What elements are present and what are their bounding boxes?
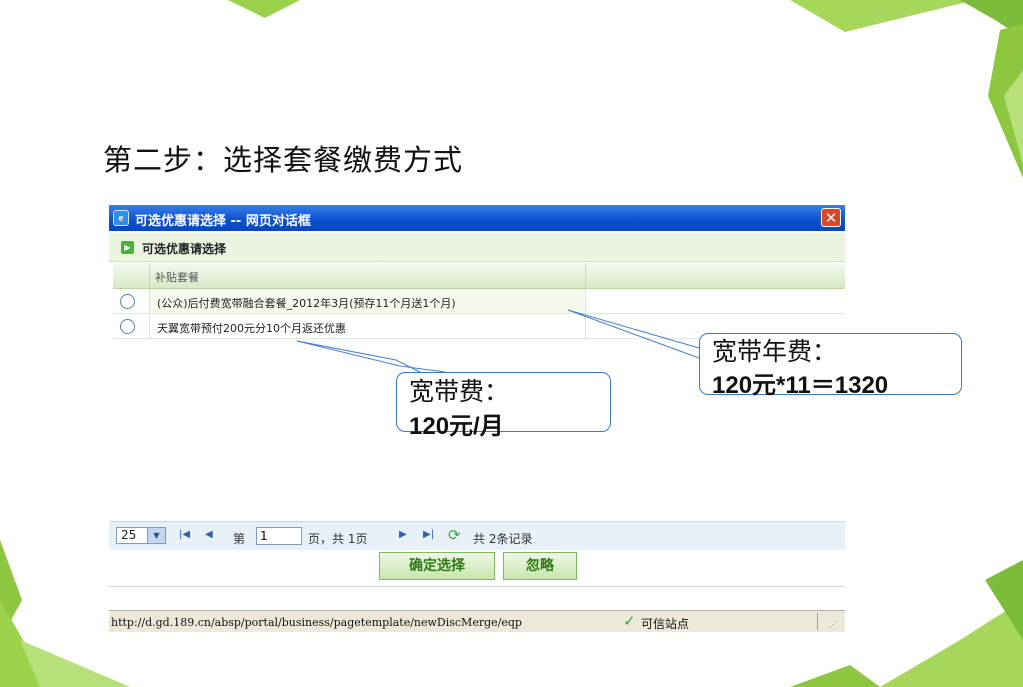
callout-value: 120元*11＝1320 <box>712 372 889 399</box>
callout-monthly-fee: 宽带费： 120元/月 <box>396 372 611 440</box>
callout-value: 120元/月 <box>409 413 504 440</box>
callout-title: 宽带费： <box>409 377 510 406</box>
callout-title: 宽带年费： <box>712 337 838 366</box>
callout-annual-fee: 宽带年费： 120元*11＝1320 <box>699 333 962 399</box>
